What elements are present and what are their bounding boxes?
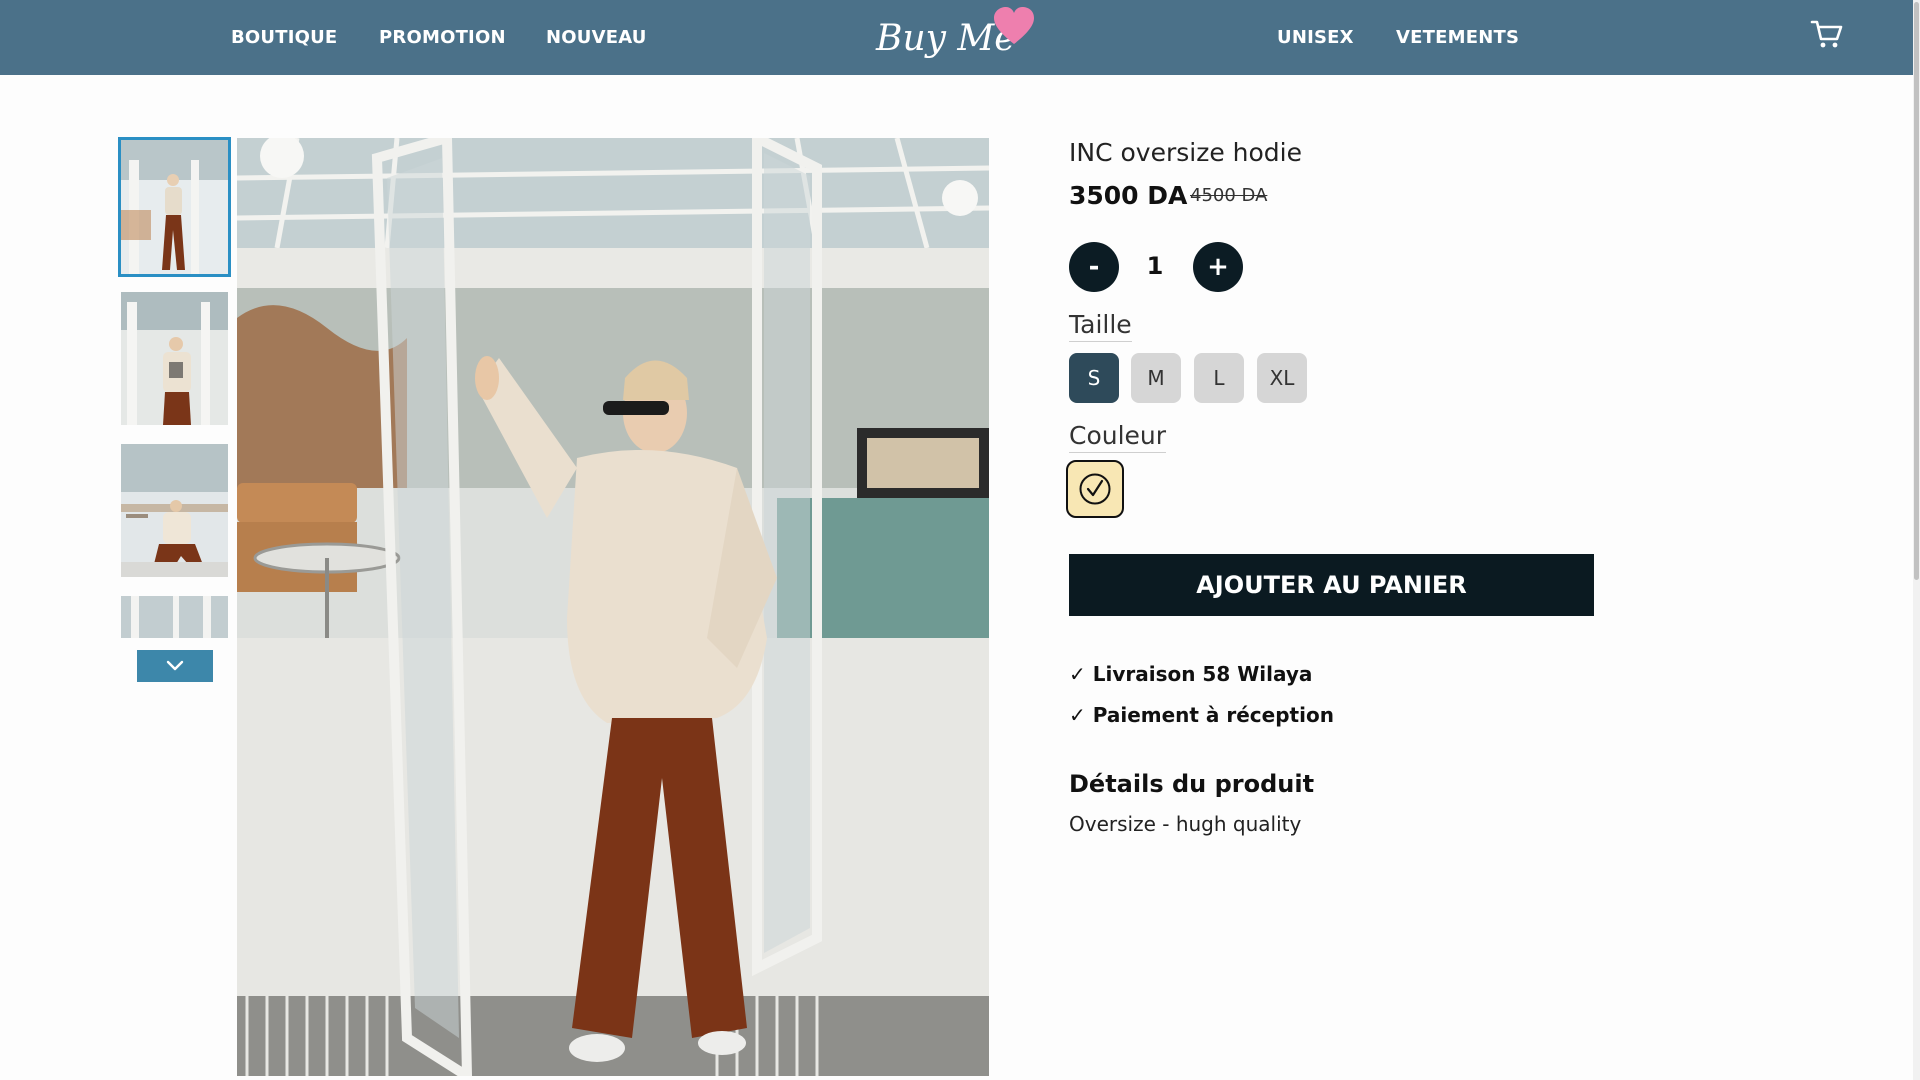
quantity-decrease-button[interactable]: -: [1069, 242, 1119, 292]
color-swatch-beige[interactable]: [1066, 460, 1124, 518]
thumbnail-image: [121, 292, 228, 425]
plus-icon: +: [1207, 252, 1229, 282]
size-option-l[interactable]: L: [1194, 353, 1244, 403]
nav-link-boutique[interactable]: BOUTIQUE: [231, 27, 337, 48]
product-thumbnail-4[interactable]: [121, 596, 228, 638]
quantity-increase-button[interactable]: +: [1193, 242, 1243, 292]
scrollbar-thumb[interactable]: [1914, 2, 1919, 580]
product-price: 3500 DA: [1069, 181, 1188, 210]
page-scrollbar[interactable]: [1913, 0, 1920, 1080]
size-label: Taille: [1069, 310, 1132, 342]
product-thumbnail-2[interactable]: [121, 292, 228, 425]
nav-link-vetements[interactable]: VETEMENTS: [1396, 27, 1519, 48]
product-details-text: Oversize - hugh quality: [1069, 812, 1302, 836]
product-old-price: 4500 DA: [1190, 185, 1268, 206]
size-option-m[interactable]: M: [1131, 353, 1181, 403]
nav-link-nouveau[interactable]: NOUVEAU: [546, 27, 647, 48]
size-option-s[interactable]: S: [1069, 353, 1119, 403]
main-product-photo: [237, 138, 989, 1076]
top-navigation-bar: BOUTIQUE PROMOTION NOUVEAU Buy Me UNISEX…: [0, 0, 1913, 75]
checkmark-circle-icon: [1079, 473, 1111, 505]
thumbnail-image: [121, 140, 228, 274]
color-label: Couleur: [1069, 421, 1167, 453]
minus-icon: -: [1088, 252, 1100, 282]
chevron-down-icon: [166, 660, 184, 671]
product-thumbnail-3[interactable]: [121, 444, 228, 577]
nav-link-promotion[interactable]: PROMOTION: [379, 27, 506, 48]
add-to-cart-button[interactable]: AJOUTER AU PANIER: [1069, 554, 1594, 616]
main-product-image[interactable]: [237, 138, 989, 1076]
product-details-heading: Détails du produit: [1069, 770, 1315, 798]
buy-me-logo[interactable]: Buy Me: [876, 6, 1036, 68]
product-title: INC oversize hodie: [1069, 138, 1302, 167]
quantity-value: 1: [1146, 252, 1164, 280]
thumbnail-scroll-down-button[interactable]: [137, 650, 213, 682]
thumbnail-image: [121, 444, 228, 577]
thumbnail-image: [121, 596, 228, 638]
perk-payment: ✓ Paiement à réception: [1069, 703, 1334, 727]
shopping-cart-icon[interactable]: [1810, 17, 1844, 51]
product-thumbnail-1[interactable]: [118, 137, 231, 277]
heart-icon: [994, 7, 1034, 44]
nav-link-unisex[interactable]: UNISEX: [1277, 27, 1354, 48]
size-option-xl[interactable]: XL: [1257, 353, 1307, 403]
perk-delivery: ✓ Livraison 58 Wilaya: [1069, 662, 1313, 686]
